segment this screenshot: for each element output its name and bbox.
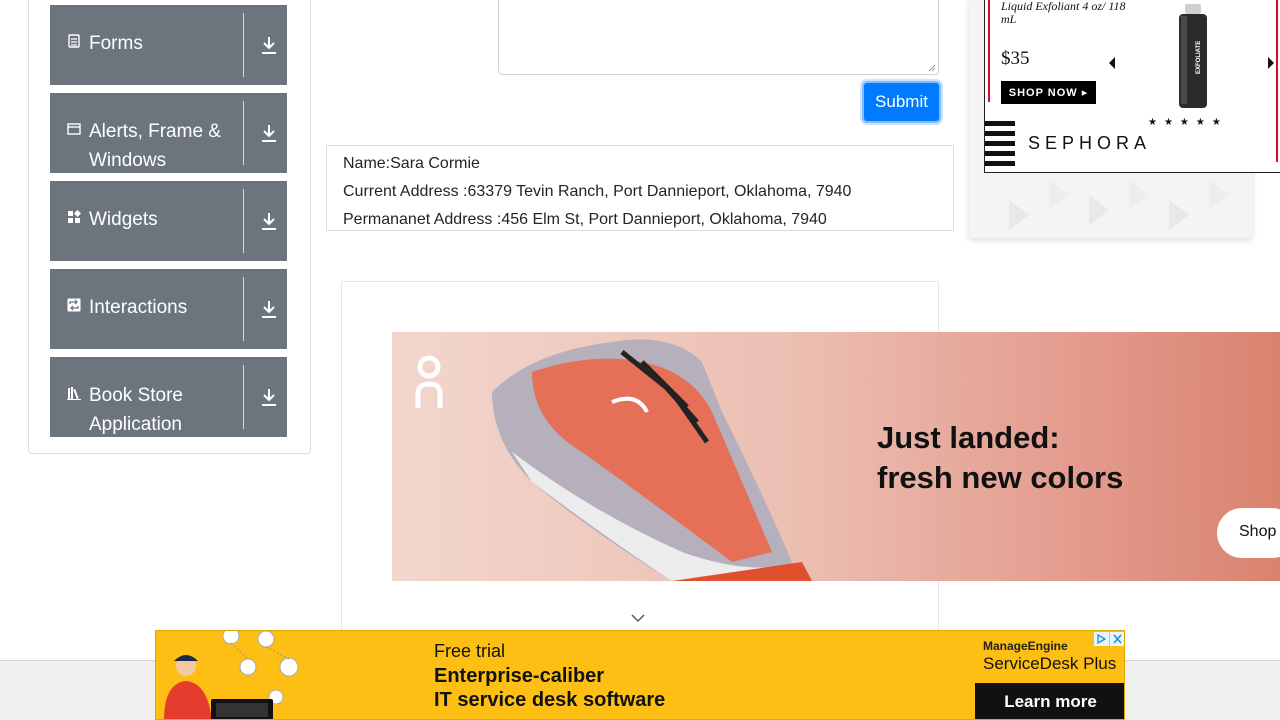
sidebar-group-alerts[interactable]: Alerts, Frame & Windows [50, 93, 287, 173]
sephora-stripe-icon [985, 121, 1015, 166]
headline-line-1: Just landed: [877, 420, 1060, 455]
product-name: Liquid Exfoliant 4 oz/ 118 mL [1001, 0, 1126, 26]
divider [243, 189, 244, 253]
learn-more-button[interactable]: Learn more [975, 683, 1124, 719]
sidebar-group-forms[interactable]: Forms [50, 5, 287, 85]
chevron-down-icon[interactable] [630, 611, 646, 625]
output-current-address: Current Address :63379 Tevin Ranch, Port… [343, 183, 852, 200]
document-icon [68, 34, 80, 48]
resize-grip-icon[interactable] [928, 64, 936, 72]
shop-now-button[interactable]: SHOP NOW ▸ [1001, 81, 1096, 104]
carousel-prev-icon[interactable] [1107, 55, 1117, 71]
sidebar-group-widgets[interactable]: Widgets [50, 181, 287, 261]
sidebar-group-label: Forms [89, 33, 143, 54]
headline-line-2: fresh new colors [877, 460, 1124, 495]
red-accent [1276, 0, 1278, 162]
divider [243, 13, 244, 77]
output-box: Name:Sara Cormie Current Address :63379 … [326, 145, 954, 231]
sidebar-group-label: Book Store Application [89, 385, 183, 435]
sidebar-group-label: Interactions [89, 297, 188, 318]
download-icon[interactable] [260, 299, 278, 319]
download-icon[interactable] [260, 123, 278, 143]
sidebar-group-book-store[interactable]: Book Store Application [50, 357, 287, 437]
sidebar-group-label: Alerts, Frame & Windows [89, 121, 221, 171]
download-icon[interactable] [260, 211, 278, 231]
on-logo-icon [415, 355, 443, 408]
sidebar-group-label: Widgets [89, 209, 158, 230]
book-icon [67, 387, 81, 400]
ad-headline-2: IT service desk software [434, 689, 666, 711]
bottle-label: EXFOLIATE [1196, 41, 1202, 74]
free-trial-text: Free trial [434, 641, 506, 661]
product-name: ServiceDesk Plus [983, 654, 1117, 673]
red-accent [988, 0, 990, 102]
divider [243, 101, 244, 165]
sidebar-group-interactions[interactable]: Interactions [50, 269, 287, 349]
product-bottle-image: EXFOLIATE [1179, 4, 1207, 108]
submit-button[interactable]: Submit [862, 81, 941, 123]
product-price: $35 [1001, 48, 1030, 69]
sephora-logo: SEPHORA [1028, 133, 1152, 153]
close-icon[interactable] [1110, 632, 1125, 646]
download-icon[interactable] [260, 35, 278, 55]
ad-headline-1: Enterprise-caliber [434, 665, 605, 687]
manageengine-logo: ManageEngine [983, 639, 1068, 653]
adchoices-icon[interactable] [1094, 632, 1109, 646]
manageengine-ad[interactable]: Free trial Enterprise-caliber IT service… [155, 630, 1125, 720]
interactions-icon [67, 298, 81, 312]
widgets-icon [68, 210, 81, 223]
on-ad-headline: Just landed: fresh new colors [877, 418, 1123, 498]
carousel-next-icon[interactable] [1266, 55, 1276, 71]
download-icon[interactable] [260, 387, 278, 407]
support-agent-illustration [164, 631, 299, 719]
rating-stars: ★★★★★ [1148, 117, 1228, 128]
on-shop-button[interactable]: Shop [1217, 508, 1280, 558]
divider [243, 365, 244, 429]
output-name: Name:Sara Cormie [343, 155, 480, 172]
window-icon [67, 123, 81, 135]
divider [243, 277, 244, 341]
permanent-address-textarea[interactable] [498, 0, 939, 75]
on-running-ad[interactable]: Just landed: fresh new colors [392, 332, 1280, 581]
running-shoe-image [492, 339, 812, 581]
output-permanent-address: Permananet Address :456 Elm St, Port Dan… [343, 211, 827, 228]
